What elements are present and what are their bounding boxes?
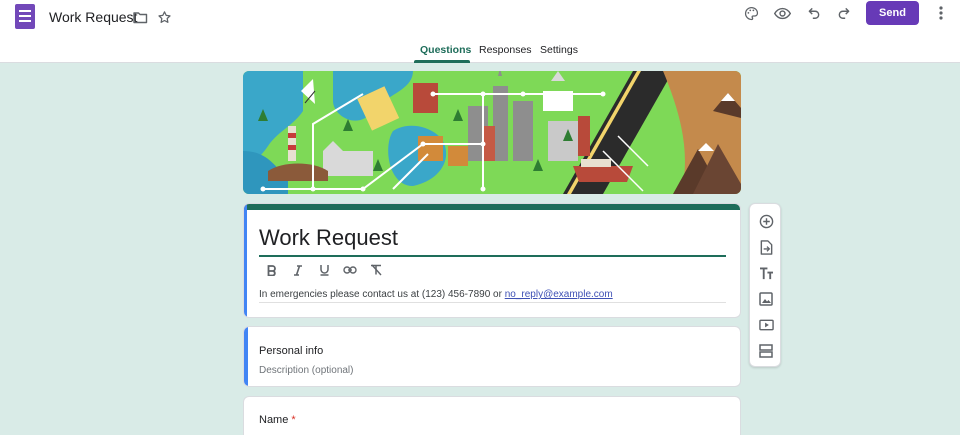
forms-logo-icon[interactable] (15, 4, 35, 29)
section-card[interactable]: Personal info Description (optional) (243, 326, 741, 387)
send-button[interactable]: Send (866, 1, 919, 25)
question-title-text: Name (259, 414, 289, 426)
redo-icon[interactable] (835, 4, 853, 22)
undo-icon[interactable] (805, 4, 823, 22)
add-question-icon[interactable] (757, 212, 775, 230)
section-title[interactable]: Personal info (259, 345, 323, 357)
section-focus-bar (244, 327, 248, 386)
question-card[interactable]: Name * (243, 396, 741, 435)
required-asterisk: * (291, 414, 296, 426)
description-text: In emergencies please contact us at (123… (259, 289, 505, 300)
bold-icon[interactable] (264, 262, 280, 278)
active-tab-indicator (414, 60, 470, 63)
add-image-icon[interactable] (757, 290, 775, 308)
add-video-icon[interactable] (757, 316, 775, 334)
side-toolbar (749, 203, 781, 367)
top-bar: Work Request Send Questions Responses Se… (0, 0, 960, 63)
question-title[interactable]: Name * (259, 414, 296, 426)
title-card-accent-bar (244, 204, 740, 210)
form-title-input[interactable]: Work Request (259, 225, 398, 251)
add-title-icon[interactable] (757, 264, 775, 282)
more-vert-icon[interactable] (933, 4, 949, 22)
header-illustration (243, 71, 741, 194)
tab-questions[interactable]: Questions (420, 44, 471, 56)
form-description[interactable]: In emergencies please contact us at (123… (259, 289, 613, 300)
description-underline (259, 302, 726, 303)
tab-responses[interactable]: Responses (479, 44, 532, 56)
description-email-link[interactable]: no_reply@example.com (505, 289, 613, 300)
tab-bar: Questions Responses Settings (0, 38, 960, 63)
star-icon[interactable] (156, 9, 172, 25)
title-underline (259, 255, 726, 257)
italic-icon[interactable] (290, 262, 306, 278)
focus-indicator-bar (244, 204, 247, 317)
palette-icon[interactable] (742, 4, 760, 22)
add-section-icon[interactable] (757, 342, 775, 360)
import-questions-icon[interactable] (757, 238, 775, 256)
underline-icon[interactable] (316, 262, 332, 278)
section-description-placeholder[interactable]: Description (optional) (259, 365, 354, 376)
link-icon[interactable] (342, 262, 358, 278)
folder-icon[interactable] (132, 9, 148, 25)
tab-settings[interactable]: Settings (540, 44, 578, 56)
form-title-card: Work Request In emergencies please conta… (243, 203, 741, 318)
eye-icon[interactable] (772, 4, 792, 22)
clear-format-icon[interactable] (368, 262, 384, 278)
document-title[interactable]: Work Request (49, 9, 137, 25)
